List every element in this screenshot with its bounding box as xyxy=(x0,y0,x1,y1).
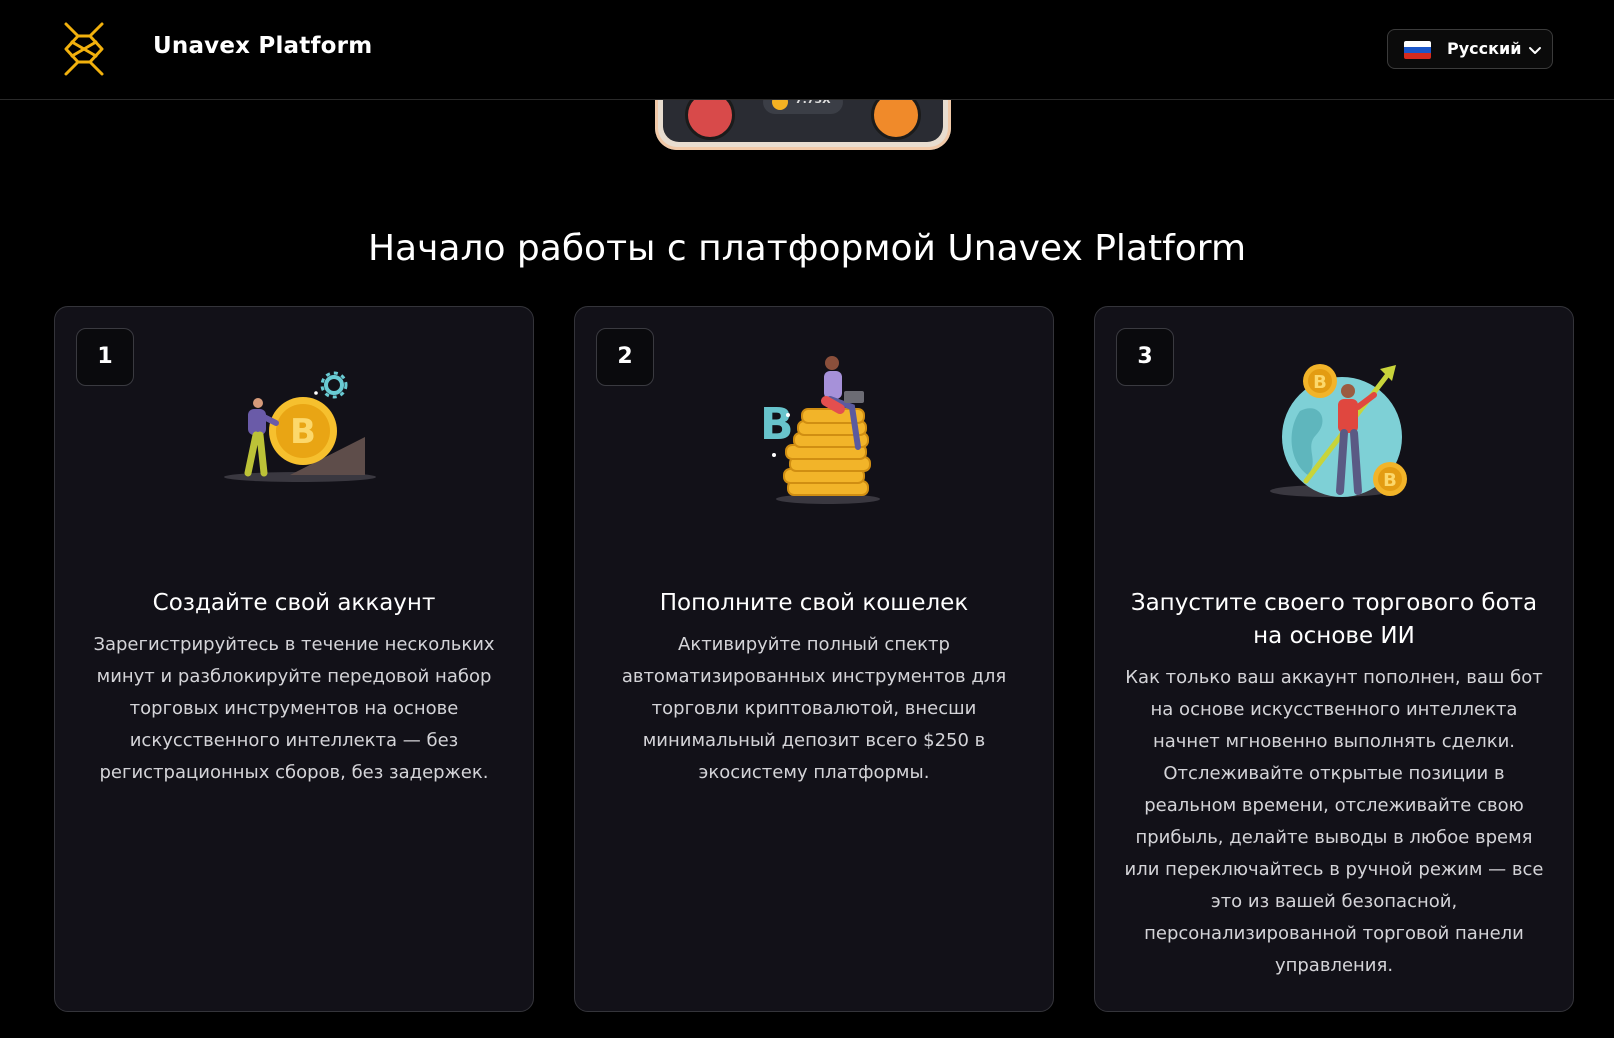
step-title: Создайте свой аккаунт xyxy=(152,590,436,616)
step-description: Зарегистрируйтесь в течение нескольких м… xyxy=(93,634,495,783)
coin-stack-illustration-icon: B xyxy=(760,356,880,504)
brand-name[interactable]: Unavex Platform xyxy=(153,33,372,59)
step-number: 3 xyxy=(1116,328,1174,386)
step-description: Как только ваш аккаунт пополнен, ваш бот… xyxy=(1124,667,1544,976)
svg-text:B: B xyxy=(760,399,794,450)
step-number: 2 xyxy=(596,328,654,386)
step-description: Активируйте полный спектр автоматизирова… xyxy=(621,634,1007,783)
svg-text:B: B xyxy=(1313,372,1327,393)
step-card-3: 3 B B Запустите своего торгового бота на… xyxy=(1094,306,1574,1012)
step-title: Пополните свой кошелек xyxy=(659,590,969,616)
site-header: Unavex Platform Русский xyxy=(0,0,1614,100)
step-card-2: 2 B Пополните свой кошелек Активируйте п… xyxy=(574,306,1054,1012)
step-title: Запустите своего торгового бота на основ… xyxy=(1130,590,1538,649)
bitcoin-push-illustration-icon: B xyxy=(224,371,376,482)
language-label: Русский xyxy=(1447,39,1522,58)
step-card-1: 1 B Создайте свой аккаунт Зарегистрируйт… xyxy=(54,306,534,1012)
svg-text:B: B xyxy=(290,412,316,452)
chevron-down-icon xyxy=(1529,47,1541,54)
step-number: 1 xyxy=(76,328,134,386)
logo-icon[interactable] xyxy=(58,20,110,78)
language-selector[interactable]: Русский xyxy=(1387,29,1553,69)
russia-flag-icon xyxy=(1404,41,1431,59)
section-title: Начало работы с платформой Unavex Platfo… xyxy=(367,228,1247,269)
svg-text:B: B xyxy=(1383,470,1397,491)
globe-growth-illustration-icon: B B xyxy=(1270,364,1407,497)
